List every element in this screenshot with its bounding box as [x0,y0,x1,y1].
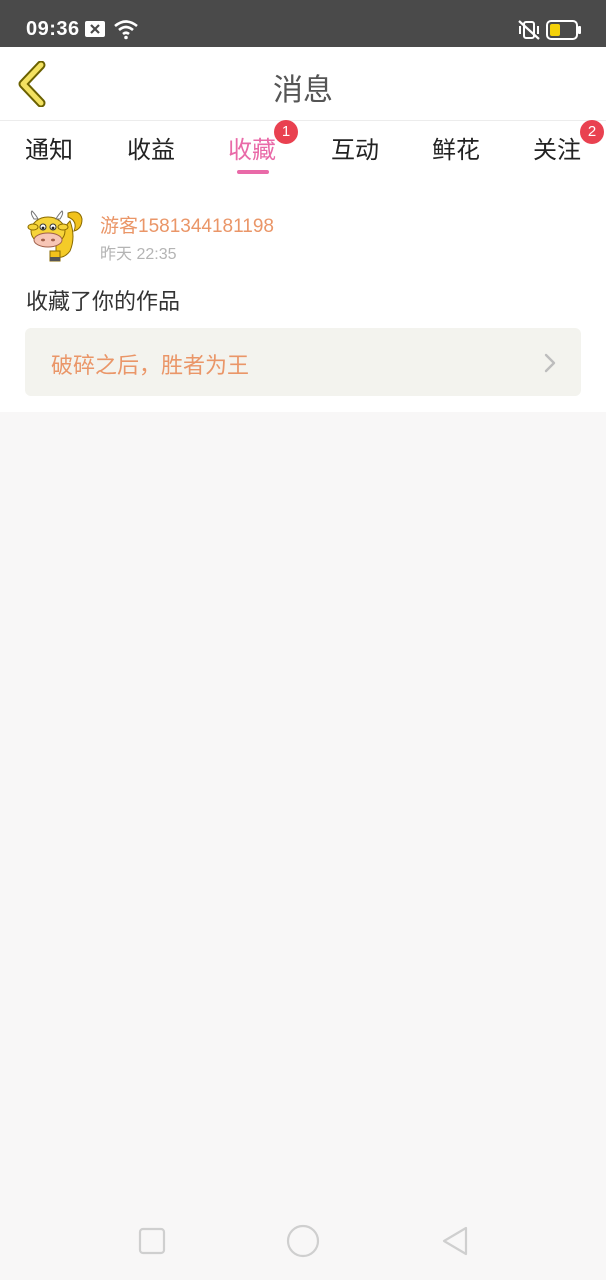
header: 消息 [0,47,606,121]
status-time: 09:36 [26,18,80,40]
battery-icon [546,20,581,40]
recent-apps-icon[interactable] [138,1227,166,1255]
work-title: 破碎之后，胜者为王 [51,354,250,379]
username[interactable]: 游客1581344181198 [100,211,274,238]
wifi-icon [114,20,138,40]
tab-favorites[interactable]: 收藏 1 [217,120,298,174]
tab-label: 收藏 [228,136,276,164]
tab-follows[interactable]: 关注 2 [522,120,604,165]
back-icon[interactable] [440,1225,470,1257]
tab-label: 关注 [533,136,581,164]
message-text: 收藏了你的作品 [26,290,181,315]
unread-badge: 1 [274,120,298,144]
tab-label: 通知 [25,136,73,164]
message-item: 游客1581344181198 昨天 22:35 收藏了你的作品 破碎之后，胜者… [0,179,606,412]
chevron-right-icon [544,353,556,373]
tab-bar: 通知 收益 收藏 1 互动 鲜花 关注 2 [0,120,606,179]
active-tab-indicator [237,170,269,174]
home-icon[interactable] [286,1224,320,1258]
status-bar: 09:36 [0,0,606,47]
tab-earnings[interactable]: 收益 [116,130,186,165]
work-link-card[interactable]: 破碎之后，胜者为王 [25,328,581,396]
tab-label: 收益 [127,136,175,164]
system-nav-bar [0,1200,606,1280]
avatar[interactable] [26,207,84,265]
timestamp: 昨天 22:35 [100,246,177,263]
page-title: 消息 [273,73,333,108]
tab-label: 互动 [331,136,379,164]
vibrate-off-icon [518,20,540,40]
tab-label: 鲜花 [432,136,480,164]
tab-flowers[interactable]: 鲜花 [421,130,491,165]
tab-notifications[interactable]: 通知 [14,130,84,165]
notification-x-icon [85,21,105,37]
unread-badge: 2 [580,120,604,144]
tab-interactions[interactable]: 互动 [320,130,390,165]
